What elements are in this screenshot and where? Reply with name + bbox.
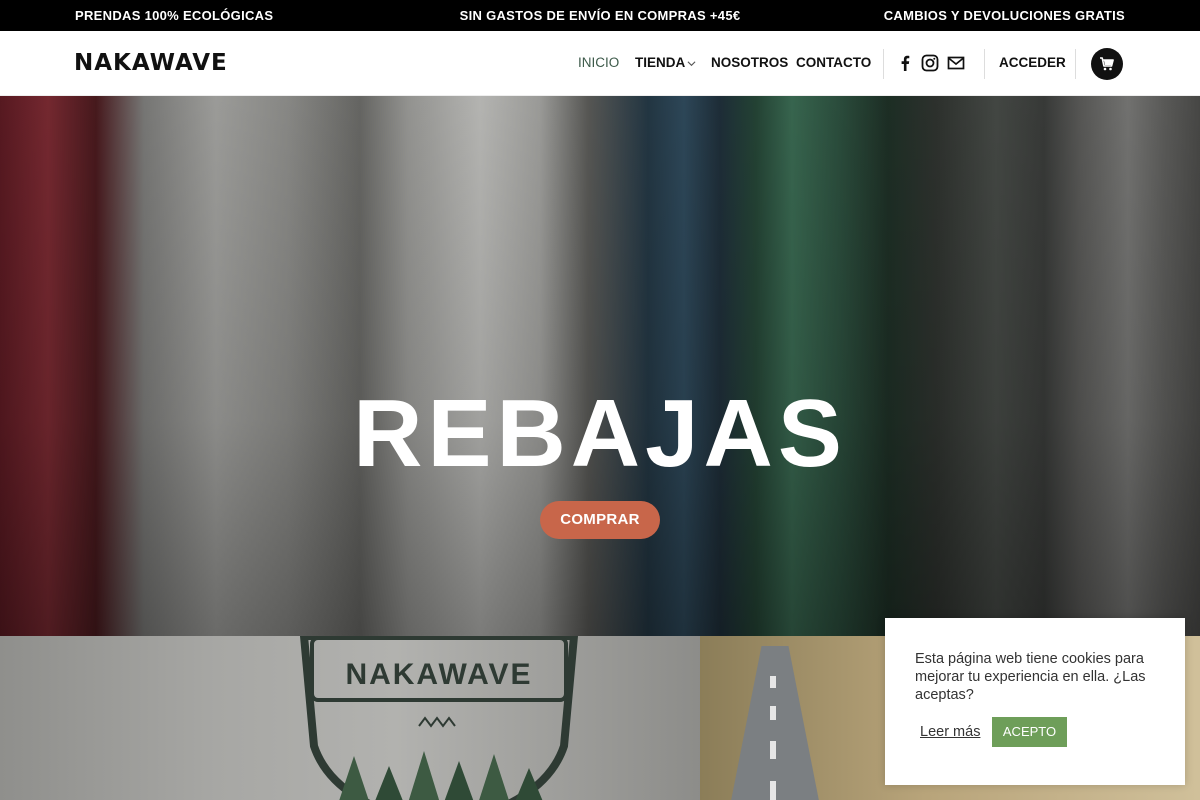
nav-inicio[interactable]: INICIO — [578, 55, 619, 70]
nav-contacto[interactable]: CONTACTO — [796, 55, 871, 70]
road-lane-mark — [770, 741, 776, 759]
site-logo[interactable]: NAKAWAVE — [74, 50, 228, 76]
mail-icon[interactable] — [947, 54, 965, 72]
read-more-link[interactable]: Leer más — [920, 724, 980, 740]
login-link[interactable]: ACCEDER — [999, 55, 1066, 70]
cookie-message: Esta página web tiene cookies para mejor… — [915, 651, 1146, 703]
brand-badge-graphic: NAKAWAVE — [299, 636, 579, 800]
road-lane-mark — [770, 781, 776, 800]
badge-text: NAKAWAVE — [345, 658, 532, 691]
road-lane-mark — [770, 676, 776, 688]
hero-overlay — [0, 96, 1200, 636]
chevron-down-icon[interactable] — [687, 59, 696, 68]
header-divider — [984, 49, 985, 79]
hero-title: REBAJAS — [353, 380, 847, 487]
announcement-returns: CAMBIOS Y DEVOLUCIONES GRATIS — [883, 8, 1125, 23]
announcement-bar: PRENDAS 100% ECOLÓGICAS SIN GASTOS DE EN… — [0, 0, 1200, 31]
hero-banner: REBAJAS COMPRAR — [0, 96, 1200, 636]
shop-button[interactable]: COMPRAR — [540, 501, 660, 539]
instagram-icon[interactable] — [921, 54, 939, 72]
facebook-icon[interactable] — [896, 54, 914, 72]
cookie-banner: Esta página web tiene cookies para mejor… — [885, 618, 1185, 785]
nav-tienda[interactable]: TIENDA — [635, 55, 685, 70]
cart-icon — [1100, 57, 1114, 71]
header-divider — [1075, 49, 1076, 79]
accept-cookies-button[interactable]: ACEPTO — [992, 717, 1067, 747]
road-lane-mark — [770, 706, 776, 720]
site-header: NAKAWAVE INICIO TIENDA NOSOTROS CONTACTO… — [0, 31, 1200, 96]
header-divider — [883, 49, 884, 79]
cart-button[interactable] — [1091, 48, 1123, 80]
nav-nosotros[interactable]: NOSOTROS — [711, 55, 788, 70]
